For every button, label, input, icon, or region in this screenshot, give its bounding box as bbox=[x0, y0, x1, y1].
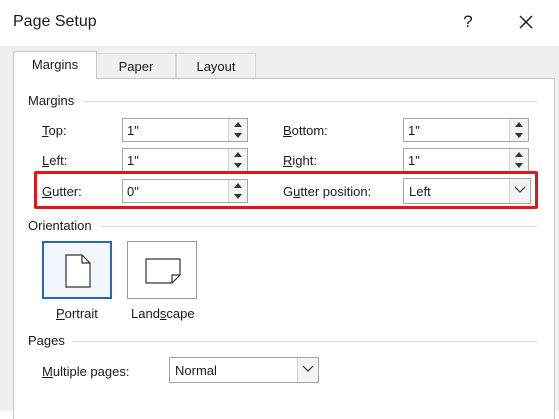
margins-divider bbox=[84, 101, 538, 102]
bottom-label: Bottom: bbox=[283, 123, 328, 138]
bottom-margin-value[interactable]: 1" bbox=[408, 123, 420, 138]
left-margin-spinner[interactable]: 1" bbox=[122, 148, 248, 172]
close-icon bbox=[519, 15, 533, 29]
help-button[interactable]: ? bbox=[456, 8, 480, 36]
dialog-title: Page Setup bbox=[13, 13, 97, 30]
landscape-label: Landscape bbox=[131, 306, 195, 321]
right-margin-value[interactable]: 1" bbox=[408, 153, 420, 168]
spin-down-icon bbox=[515, 133, 523, 138]
tab-margins[interactable]: Margins bbox=[13, 51, 97, 79]
right-margin-down-button[interactable] bbox=[510, 160, 528, 171]
spin-down-icon bbox=[234, 163, 242, 168]
chevron-down-icon bbox=[302, 365, 314, 372]
multiple-pages-label: Multiple pages: bbox=[42, 364, 130, 379]
spin-down-icon bbox=[515, 163, 523, 168]
spin-up-icon bbox=[515, 152, 523, 157]
bottom-margin-spinner[interactable]: 1" bbox=[403, 118, 529, 142]
title-bar: Page Setup ? bbox=[0, 0, 559, 46]
gutter-highlight-box bbox=[34, 171, 538, 209]
landscape-button[interactable] bbox=[127, 241, 197, 299]
spin-up-icon bbox=[234, 152, 242, 157]
close-button[interactable] bbox=[512, 8, 540, 36]
landscape-page-icon bbox=[145, 258, 181, 284]
left-margin-down-button[interactable] bbox=[229, 160, 247, 171]
pages-section-label: Pages bbox=[28, 333, 65, 348]
portrait-button[interactable] bbox=[42, 241, 112, 299]
right-margin-spinner[interactable]: 1" bbox=[403, 148, 529, 172]
portrait-page-icon bbox=[65, 254, 91, 288]
top-label: Top: bbox=[42, 123, 67, 138]
pages-divider bbox=[72, 341, 538, 342]
bottom-margin-down-button[interactable] bbox=[510, 130, 528, 141]
top-margin-down-button[interactable] bbox=[229, 130, 247, 141]
spin-up-icon bbox=[234, 122, 242, 127]
tab-layout[interactable]: Layout bbox=[176, 53, 256, 79]
top-margin-spinner[interactable]: 1" bbox=[122, 118, 248, 142]
portrait-label: Portrait bbox=[56, 306, 98, 321]
top-margin-value[interactable]: 1" bbox=[127, 123, 139, 138]
multiple-pages-dropdown[interactable]: Normal bbox=[169, 357, 319, 383]
orientation-section-label: Orientation bbox=[28, 218, 92, 233]
tab-paper[interactable]: Paper bbox=[96, 53, 176, 79]
spin-up-icon bbox=[515, 122, 523, 127]
multiple-pages-dropdown-button[interactable] bbox=[297, 358, 318, 382]
spin-down-icon bbox=[234, 133, 242, 138]
left-margin-value[interactable]: 1" bbox=[127, 153, 139, 168]
multiple-pages-value: Normal bbox=[175, 363, 217, 378]
right-label: Right: bbox=[283, 153, 317, 168]
left-label: Left: bbox=[42, 153, 68, 168]
margins-section-label: Margins bbox=[28, 93, 75, 108]
orientation-divider bbox=[101, 226, 538, 227]
